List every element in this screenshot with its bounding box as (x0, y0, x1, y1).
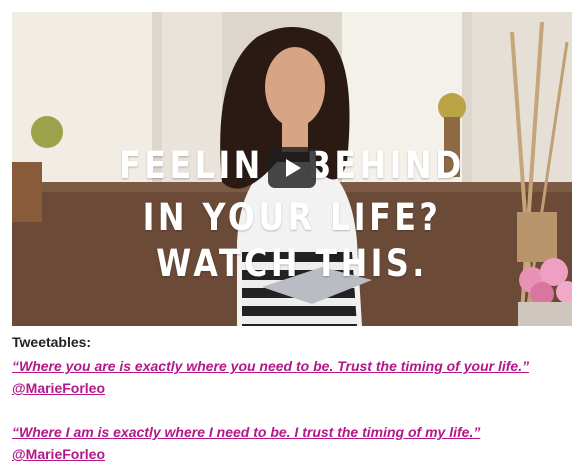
tweetable-handle: @MarieForleo (12, 446, 106, 462)
video-headline-line-2: IN YOUR LIFE? (142, 196, 442, 239)
tweetables-heading: Tweetables: (12, 334, 92, 350)
video-headline-line-3: WATCH THIS. (156, 242, 428, 285)
play-icon (286, 159, 301, 177)
tweetable-quote: “Where I am is exactly where I need to b… (12, 424, 481, 440)
tweetable-link-1[interactable]: “Where you are is exactly where you need… (12, 355, 577, 399)
play-button[interactable] (268, 147, 316, 188)
tweetable-handle: @MarieForleo (12, 380, 106, 396)
tweetable-link-2[interactable]: “Where I am is exactly where I need to b… (12, 421, 492, 465)
tweetable-quote: “Where you are is exactly where you need… (12, 358, 530, 374)
video-player[interactable]: FEELIN BEHIND IN YOUR LIFE? WATCH THIS. (12, 12, 572, 326)
